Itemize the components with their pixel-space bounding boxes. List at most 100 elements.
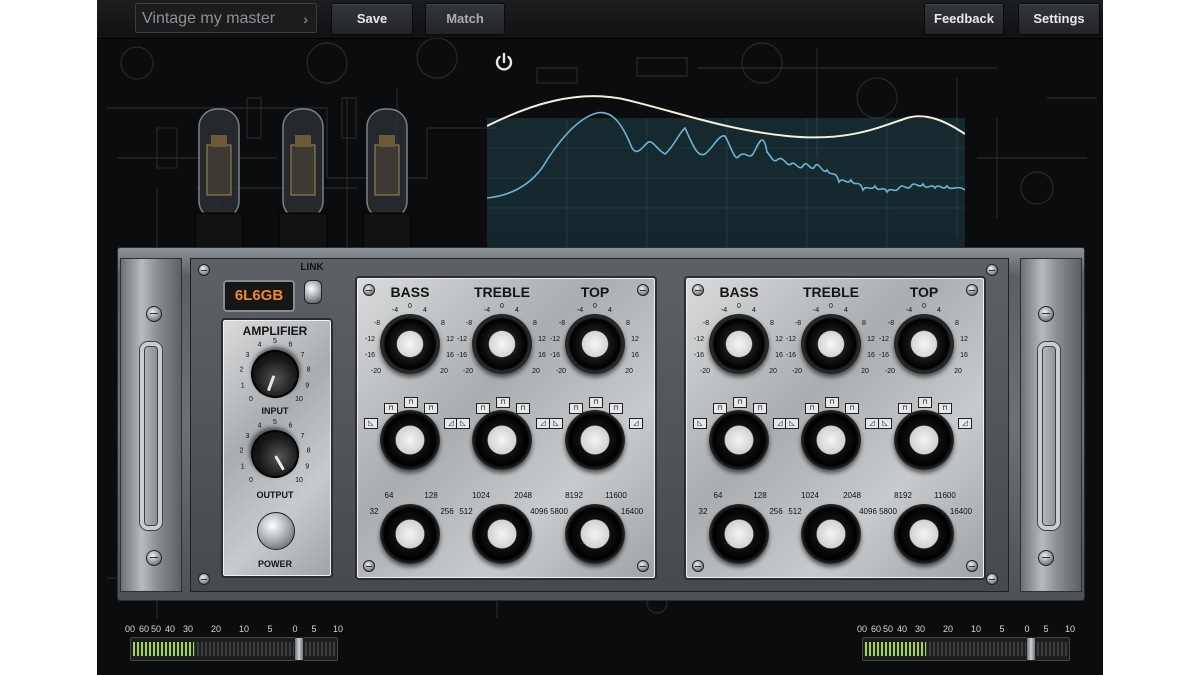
- gain-tick: 8: [770, 320, 774, 327]
- chevron-right-icon: ›: [303, 11, 308, 27]
- filter-shape-icon[interactable]: ⊓: [825, 397, 839, 408]
- gain-tick: 4: [937, 307, 941, 314]
- gain-tick: 12: [960, 336, 968, 343]
- freq-label: 1024: [472, 491, 490, 500]
- match-button[interactable]: Match: [425, 3, 505, 35]
- settings-button[interactable]: Settings: [1018, 3, 1100, 35]
- filter-shape-icon[interactable]: ◺: [878, 418, 892, 429]
- meter-tick-label: 5: [1043, 624, 1049, 634]
- screw: [198, 264, 210, 276]
- freq-label: 128: [424, 491, 438, 500]
- gain-tick: -12: [549, 336, 561, 343]
- dial-tick-label: 10: [295, 396, 303, 403]
- preset-selector[interactable]: Vintage my master ›: [135, 3, 317, 33]
- gain-tick: 0: [500, 303, 504, 310]
- filter-shape-icon[interactable]: ◿: [865, 418, 879, 429]
- meter-tick-label: 40: [164, 624, 176, 634]
- freq-label: 5800: [879, 507, 897, 516]
- screw: [966, 560, 978, 572]
- link-toggle[interactable]: [304, 280, 322, 304]
- frequency-knob[interactable]: [709, 504, 769, 564]
- frequency-knob[interactable]: [894, 504, 954, 564]
- filter-shape-icon[interactable]: ◺: [693, 418, 707, 429]
- screw: [146, 306, 162, 322]
- filter-shape-icon[interactable]: ⊓: [589, 397, 603, 408]
- dial-tick-label: 6: [288, 423, 292, 430]
- filter-shape-icon[interactable]: ⊓: [753, 403, 767, 414]
- freq-label: 2048: [843, 491, 861, 500]
- gain-knob[interactable]: [472, 314, 532, 374]
- gain-tick: 20: [954, 368, 962, 375]
- gain-knob[interactable]: [801, 314, 861, 374]
- dial-tick-label: 8: [307, 448, 311, 455]
- shape-knob[interactable]: [894, 410, 954, 470]
- dial-tick-label: 2: [239, 367, 243, 374]
- screw: [986, 573, 998, 585]
- filter-shape-icon[interactable]: ⊓: [938, 403, 952, 414]
- screw: [1038, 550, 1054, 566]
- freq-label: 64: [713, 491, 723, 500]
- tube-type-display[interactable]: 6L6GB: [223, 280, 295, 312]
- save-button[interactable]: Save: [331, 3, 413, 35]
- gain-tick: 8: [862, 320, 866, 327]
- filter-shape-icon[interactable]: ◿: [536, 418, 550, 429]
- dial-tick-label: 10: [295, 477, 303, 484]
- gain-knob[interactable]: [380, 314, 440, 374]
- filter-shape-icon[interactable]: ⊓: [609, 403, 623, 414]
- spectrum-display: [487, 95, 965, 248]
- handle-left: [140, 342, 162, 530]
- filter-shape-icon[interactable]: ⊓: [733, 397, 747, 408]
- gain-tick: 12: [775, 336, 783, 343]
- gain-knob[interactable]: [894, 314, 954, 374]
- frequency-knob[interactable]: [472, 504, 532, 564]
- filter-shape-icon[interactable]: ⊓: [845, 403, 859, 414]
- screw: [692, 560, 704, 572]
- gain-tick: -16: [693, 352, 705, 359]
- frequency-knob[interactable]: [801, 504, 861, 564]
- freq-label: 8192: [894, 491, 912, 500]
- shape-knob[interactable]: [565, 410, 625, 470]
- filter-shape-icon[interactable]: ◿: [958, 418, 972, 429]
- filter-shape-icon[interactable]: ◺: [456, 418, 470, 429]
- gain-tick: 0: [737, 303, 741, 310]
- filter-shape-icon[interactable]: ◺: [364, 418, 378, 429]
- right-band-title: BASS: [719, 284, 759, 300]
- preset-name: Vintage my master: [142, 10, 276, 27]
- filter-shape-icon[interactable]: ⊓: [404, 397, 418, 408]
- gain-knob[interactable]: [709, 314, 769, 374]
- shape-knob[interactable]: [801, 410, 861, 470]
- app-window: Vintage my master › Save Match Feedback …: [97, 0, 1103, 675]
- gain-tick: 12: [631, 336, 639, 343]
- gain-tick: -4: [720, 307, 728, 314]
- feedback-button[interactable]: Feedback: [924, 3, 1004, 35]
- filter-shape-icon[interactable]: ⊓: [918, 397, 932, 408]
- gain-tick: -12: [785, 336, 797, 343]
- gain-tick: -4: [391, 307, 399, 314]
- shape-knob[interactable]: [380, 410, 440, 470]
- frequency-knob[interactable]: [565, 504, 625, 564]
- gain-tick: 4: [515, 307, 519, 314]
- shape-knob[interactable]: [709, 410, 769, 470]
- shape-knob[interactable]: [472, 410, 532, 470]
- filter-shape-icon[interactable]: ◺: [549, 418, 563, 429]
- filter-shape-icon[interactable]: ⊓: [424, 403, 438, 414]
- filter-shape-icon[interactable]: ◺: [785, 418, 799, 429]
- filter-shape-icon[interactable]: ⊓: [496, 397, 510, 408]
- filter-shape-icon[interactable]: ⊓: [516, 403, 530, 414]
- gain-tick: 16: [867, 352, 875, 359]
- meter-tick-label: 30: [182, 624, 194, 634]
- vacuum-tube: [278, 108, 328, 255]
- filter-shape-icon[interactable]: ◿: [629, 418, 643, 429]
- power-switch[interactable]: [257, 512, 295, 550]
- power-icon[interactable]: [493, 51, 515, 73]
- meter-fader-left[interactable]: [294, 637, 304, 661]
- gain-tick: 16: [538, 352, 546, 359]
- gain-tick: 8: [441, 320, 445, 327]
- gain-knob[interactable]: [565, 314, 625, 374]
- freq-label: 16400: [949, 507, 973, 516]
- frequency-knob[interactable]: [380, 504, 440, 564]
- freq-label: 32: [698, 507, 708, 516]
- output-label: OUTPUT: [256, 490, 294, 500]
- meter-fader-right[interactable]: [1026, 637, 1036, 661]
- dial-tick-label: 4: [258, 342, 262, 349]
